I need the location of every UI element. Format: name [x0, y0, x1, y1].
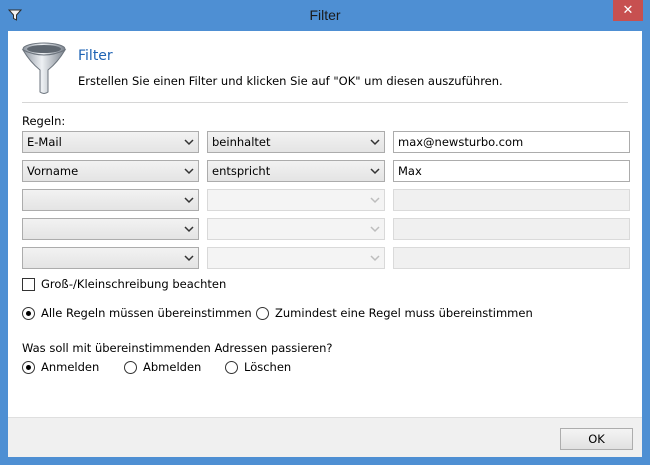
match-any-label: Zumindest eine Regel muss übereinstimmen — [275, 306, 533, 320]
funnel-icon — [21, 42, 67, 94]
chevron-down-icon — [370, 168, 380, 175]
chevron-down-icon — [184, 255, 194, 262]
checkbox-box[interactable] — [22, 278, 35, 291]
rule-operator-value: beinhaltet — [212, 135, 271, 149]
match-all-label: Alle Regeln müssen übereinstimmen — [41, 306, 252, 320]
rule-value-input-disabled — [393, 189, 630, 211]
dialog-window: Filter ✕ Filter Erstellen Sie einen Filt… — [0, 0, 650, 465]
chevron-down-icon — [370, 139, 380, 146]
rule-value-text: Max — [398, 164, 422, 178]
action-question: Was soll mit übereinstimmenden Adressen … — [22, 341, 333, 355]
title-bar[interactable]: Filter ✕ — [0, 0, 650, 31]
rule-operator-select-disabled — [207, 189, 385, 211]
rule-value-input-disabled — [393, 218, 630, 240]
radio-circle — [225, 361, 238, 374]
radio-circle — [256, 307, 269, 320]
rules-label: Regeln: — [22, 114, 66, 128]
chevron-down-icon — [370, 226, 380, 233]
rule-field-select[interactable] — [22, 247, 199, 269]
rule-operator-select[interactable]: entspricht — [207, 160, 385, 182]
chevron-down-icon — [184, 226, 194, 233]
rule-field-select[interactable]: E-Mail — [22, 131, 199, 153]
rule-field-select[interactable] — [22, 189, 199, 211]
unsubscribe-label: Abmelden — [143, 360, 202, 374]
rule-operator-value: entspricht — [212, 164, 271, 178]
dialog-client-area: Filter Erstellen Sie einen Filter und kl… — [8, 31, 642, 457]
radio-circle — [22, 307, 35, 320]
rule-operator-select[interactable]: beinhaltet — [207, 131, 385, 153]
close-button[interactable]: ✕ — [613, 0, 643, 21]
chevron-down-icon — [184, 197, 194, 204]
rule-value-input-disabled — [393, 247, 630, 269]
chevron-down-icon — [184, 168, 194, 175]
header-divider — [22, 102, 628, 103]
dialog-footer: OK — [8, 417, 642, 457]
chevron-down-icon — [370, 197, 380, 204]
rule-operator-select-disabled — [207, 247, 385, 269]
radio-circle — [22, 361, 35, 374]
rule-field-value: E-Mail — [27, 135, 62, 149]
rule-field-value: Vorname — [27, 164, 79, 178]
header-description: Erstellen Sie einen Filter und klicken S… — [78, 74, 503, 88]
rule-value-input[interactable]: max@newsturbo.com — [393, 131, 630, 153]
radio-dot — [26, 365, 31, 370]
rule-operator-select-disabled — [207, 218, 385, 240]
ok-button[interactable]: OK — [560, 428, 633, 450]
case-sensitive-label: Groß-/Kleinschreibung beachten — [41, 277, 227, 291]
subscribe-label: Anmelden — [41, 360, 100, 374]
delete-label: Löschen — [244, 360, 292, 374]
close-icon: ✕ — [622, 3, 634, 18]
rule-field-select[interactable]: Vorname — [22, 160, 199, 182]
rule-value-text: max@newsturbo.com — [398, 135, 524, 149]
header-title: Filter — [78, 48, 113, 64]
window-title: Filter — [309, 7, 341, 23]
chevron-down-icon — [184, 139, 194, 146]
chevron-down-icon — [370, 255, 380, 262]
radio-circle — [124, 361, 137, 374]
rule-value-input[interactable]: Max — [393, 160, 630, 182]
radio-dot — [26, 311, 31, 316]
rule-field-select[interactable] — [22, 218, 199, 240]
